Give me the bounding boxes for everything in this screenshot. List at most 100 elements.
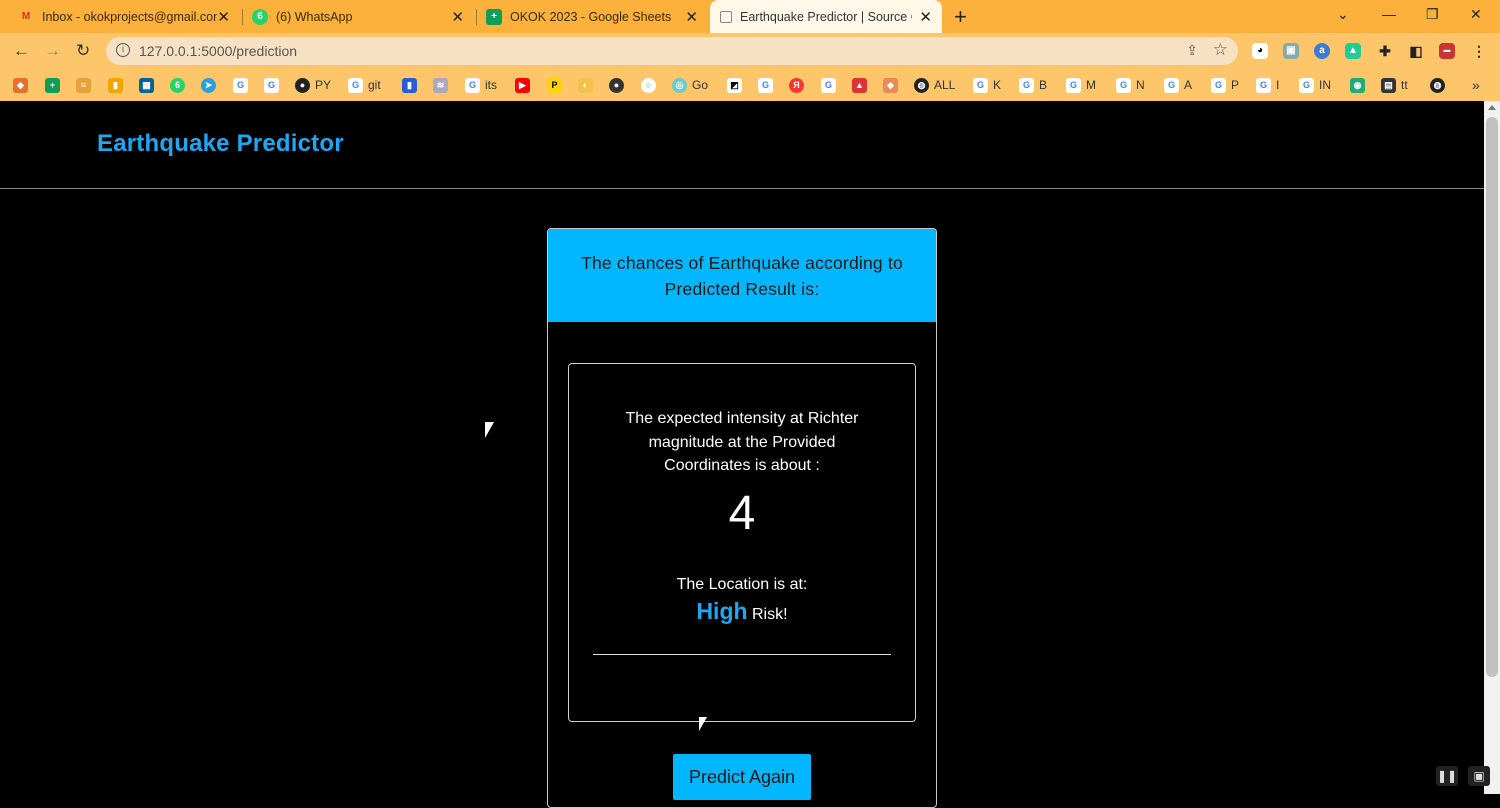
- puzzle-icon[interactable]: ✚: [1377, 43, 1393, 59]
- browser-toolbar: ← → ↻ i 127.0.0.1:5000/prediction ⇪ ☆ ◕ …: [0, 33, 1500, 69]
- bookmark-google-icon[interactable]: G: [821, 76, 841, 94]
- bookmark-a[interactable]: GA: [1164, 76, 1192, 94]
- page-content: Earthquake Predictor The chances of Eart…: [0, 101, 1484, 808]
- bookmark-icon[interactable]: ◐: [578, 76, 598, 94]
- google-icon: G: [465, 77, 480, 93]
- predict-again-button[interactable]: Predict Again: [673, 754, 811, 800]
- bookmark-icon[interactable]: ◆: [883, 76, 903, 94]
- bookmark-ieee-icon[interactable]: ▦: [139, 76, 159, 94]
- risk-suffix: Risk!: [752, 606, 788, 623]
- tab-title: Earthquake Predictor | Source Co: [740, 9, 912, 24]
- extension-chart-icon[interactable]: ▲: [1345, 43, 1361, 59]
- bookmark-p[interactable]: GP: [1211, 76, 1239, 94]
- bookmark-youtube-icon[interactable]: ▶: [515, 76, 535, 94]
- gmail-icon: M: [21, 11, 31, 22]
- bookmark-in[interactable]: G IN: [1299, 76, 1331, 94]
- risk-level: High: [696, 598, 748, 624]
- bookmark-icon[interactable]: ◩: [727, 76, 747, 94]
- bookmark-go[interactable]: ◎ Go: [672, 76, 708, 94]
- brand-title[interactable]: Earthquake Predictor: [97, 130, 344, 158]
- bookmark-whatsapp-icon[interactable]: 6: [170, 76, 190, 94]
- bookmark-n[interactable]: GN: [1116, 76, 1145, 94]
- bookmark-github[interactable]: ● PY: [295, 76, 331, 94]
- picture-in-picture-icon[interactable]: ▣: [1468, 766, 1490, 786]
- close-icon[interactable]: ✕: [685, 8, 698, 26]
- share-icon[interactable]: ⇪: [1186, 42, 1198, 59]
- result-divider: [593, 654, 891, 655]
- globe-icon: ◍: [914, 77, 929, 93]
- page-icon: [720, 10, 732, 23]
- bookmark-icon[interactable]: ●: [609, 76, 629, 94]
- tab-search-icon[interactable]: ⌄: [1337, 6, 1349, 23]
- bookmark-icon[interactable]: P: [547, 76, 567, 94]
- bookmark-icon[interactable]: ▮: [402, 76, 422, 94]
- tab-sheets[interactable]: + OKOK 2023 - Google Sheets ✕: [486, 0, 708, 33]
- risk-line: High Risk!: [569, 598, 915, 625]
- bookmark-icon[interactable]: ≡: [76, 76, 96, 94]
- bookmark-k[interactable]: GK: [973, 76, 1001, 94]
- extension-icon[interactable]: ▣: [1283, 43, 1299, 59]
- restore-icon[interactable]: ❐: [1426, 6, 1439, 23]
- tab-strip: M Inbox - okokprojects@gmail.com ✕ 6 (6)…: [0, 0, 1500, 33]
- tab-title: (6) WhatsApp: [276, 9, 353, 24]
- result-panel: The expected intensity at Richter magnit…: [568, 363, 916, 722]
- tab-earthquake-predictor[interactable]: Earthquake Predictor | Source Co ✕: [710, 0, 942, 33]
- bookmark-yandex-icon[interactable]: Я: [789, 76, 809, 94]
- back-icon[interactable]: ←: [13, 41, 30, 61]
- new-tab-icon[interactable]: +: [954, 4, 967, 30]
- bookmarks-overflow-icon[interactable]: »: [1472, 76, 1480, 94]
- bookmark-icon[interactable]: ≋: [433, 76, 453, 94]
- github-icon: ●: [295, 77, 310, 93]
- bookmark-globe-icon[interactable]: ◍: [1430, 76, 1450, 94]
- close-icon[interactable]: ✕: [217, 8, 230, 26]
- bookmark-tt[interactable]: ▤ tt: [1381, 76, 1408, 94]
- bookmark-analytics-icon[interactable]: ▮: [108, 76, 128, 94]
- bookmark-icon[interactable]: ◆: [13, 76, 33, 94]
- tab-title: Inbox - okokprojects@gmail.com: [42, 9, 217, 24]
- bookmark-all[interactable]: ◍ ALL: [914, 76, 955, 94]
- window-close-icon[interactable]: ✕: [1470, 6, 1482, 23]
- header-divider: [0, 188, 1484, 189]
- bookmark-git[interactable]: Ggit: [348, 76, 381, 94]
- close-icon[interactable]: ✕: [919, 8, 932, 26]
- url-text[interactable]: 127.0.0.1:5000/prediction: [139, 43, 297, 59]
- bookmark-i[interactable]: GI: [1256, 76, 1279, 94]
- bookmark-icon[interactable]: ▲: [852, 76, 872, 94]
- tab-whatsapp[interactable]: 6 (6) WhatsApp ✕: [252, 0, 474, 33]
- bookmark-glyph-icon: ◎: [672, 77, 687, 93]
- bookmark-star-icon[interactable]: ☆: [1213, 40, 1228, 60]
- pause-icon[interactable]: ❚❚: [1436, 766, 1458, 786]
- bookmark-m[interactable]: GM: [1066, 76, 1096, 94]
- bookmark-google-icon[interactable]: G: [233, 76, 253, 94]
- bookmark-google-icon[interactable]: G: [264, 76, 284, 94]
- menu-kebab-icon[interactable]: ⋮: [1471, 43, 1487, 59]
- bookmark-icon[interactable]: ○: [641, 76, 661, 94]
- bookmark-google-icon[interactable]: G: [758, 76, 778, 94]
- tab-gmail[interactable]: M Inbox - okokprojects@gmail.com ✕: [18, 0, 240, 33]
- close-icon[interactable]: ✕: [451, 8, 464, 26]
- site-info-icon[interactable]: i: [116, 43, 130, 57]
- result-card-header: The chances of Earthquake according to P…: [548, 229, 936, 322]
- extension-a-icon[interactable]: a: [1314, 43, 1330, 59]
- bookmark-b[interactable]: GB: [1019, 76, 1047, 94]
- tab-title: OKOK 2023 - Google Sheets: [510, 9, 672, 24]
- mouse-cursor-icon: [699, 717, 707, 731]
- bookmark-its[interactable]: Gits: [465, 76, 497, 94]
- mouse-cursor-icon: [485, 422, 494, 438]
- bookmark-audio-icon[interactable]: ◉: [1350, 76, 1370, 94]
- whatsapp-icon: 6: [252, 8, 268, 25]
- scroll-up-icon[interactable]: [1488, 105, 1496, 110]
- forward-icon[interactable]: →: [44, 41, 61, 61]
- minimize-icon[interactable]: —: [1382, 6, 1396, 22]
- bookmarks-bar: ◆ + ≡ ▮ ▦ 6 ➤ G G ● PY Ggit ▮ ≋ Gits ▶ P …: [0, 69, 1500, 101]
- scrollbar-thumb[interactable]: [1486, 117, 1498, 677]
- side-panel-icon[interactable]: ◧: [1408, 43, 1424, 59]
- panda-extension-icon[interactable]: ◕: [1252, 43, 1268, 59]
- address-bar[interactable]: i 127.0.0.1:5000/prediction ⇪ ☆: [106, 37, 1238, 65]
- bookmark-telegram-icon[interactable]: ➤: [201, 76, 221, 94]
- bookmark-sheets-icon[interactable]: +: [45, 76, 65, 94]
- reload-icon[interactable]: ↻: [76, 41, 90, 61]
- google-icon: G: [348, 77, 363, 93]
- extension-badge-icon[interactable]: ▬: [1439, 43, 1455, 59]
- browser-chrome: M Inbox - okokprojects@gmail.com ✕ 6 (6)…: [0, 0, 1500, 101]
